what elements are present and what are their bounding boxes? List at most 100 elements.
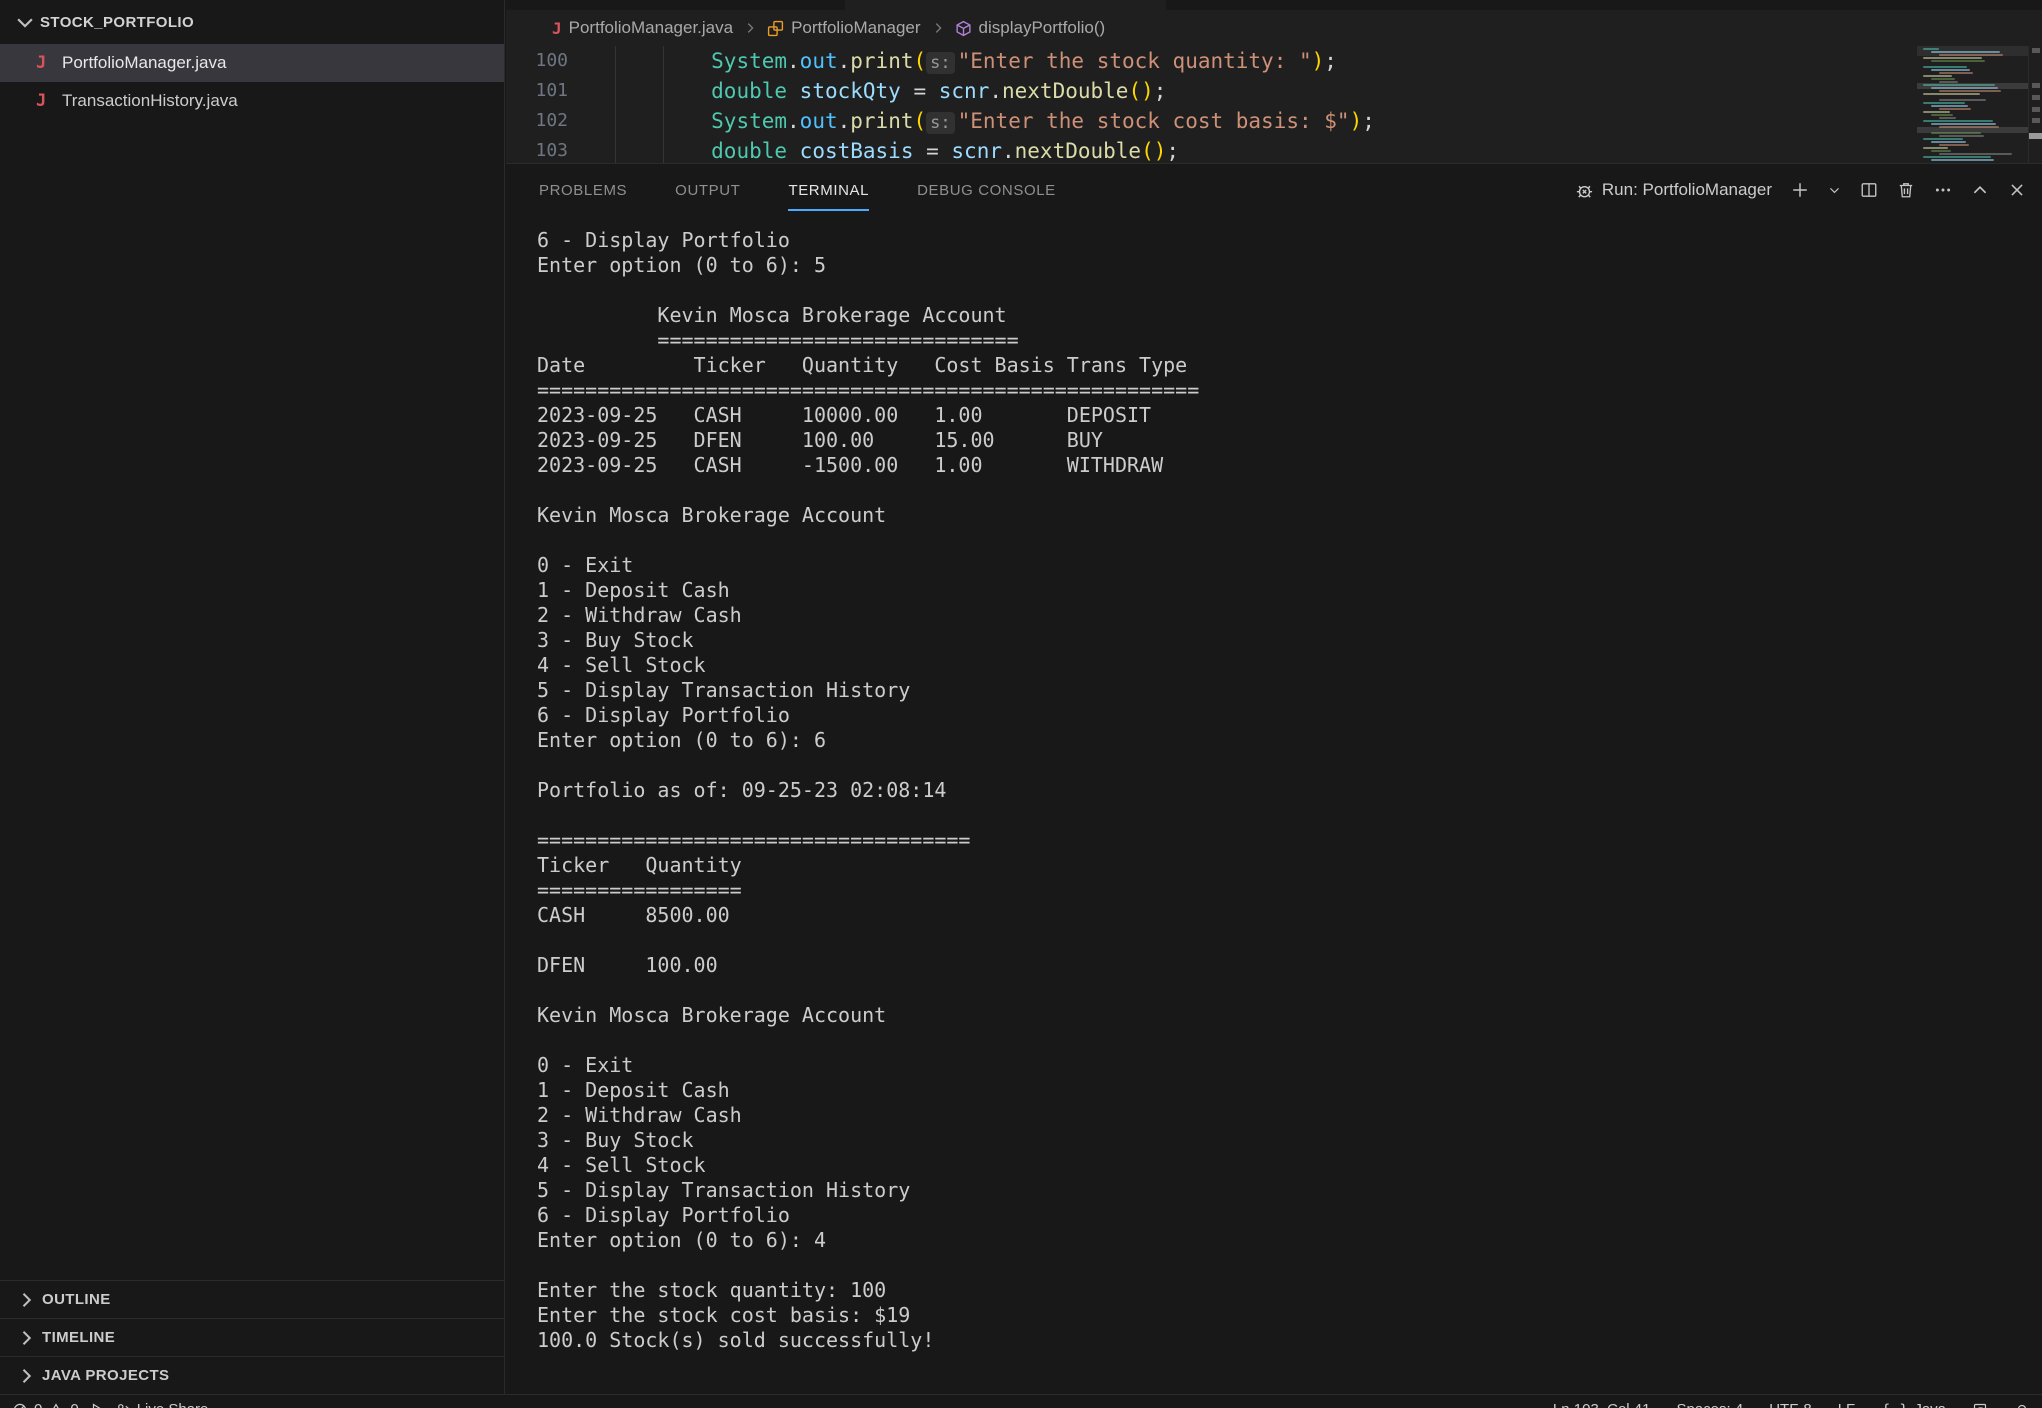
file-item-label: PortfolioManager.java [62,53,226,73]
minimap-code-line [1939,135,1984,137]
breadcrumb-class[interactable]: PortfolioManager [767,18,920,38]
breadcrumb: J PortfolioManager.java PortfolioManager… [506,10,2042,46]
terminal-run-label: Run: PortfolioManager [1602,180,1772,200]
minimap-code-line [1939,99,1986,101]
chevron-right-icon [16,1290,36,1310]
chevron-down-icon [14,11,36,33]
panel-tab-debug-console[interactable]: DEBUG CONSOLE [917,164,1056,216]
panel-tab-terminal[interactable]: TERMINAL [788,164,869,216]
ruler-decoration [2032,48,2040,53]
code-line-102: System.out.print(s:"Enter the stock cost… [610,106,1375,136]
problems-status[interactable]: 0 0 [12,1401,79,1408]
minimap-code-line [1931,159,1994,161]
line-number: 102 [506,106,568,136]
overview-ruler [2028,46,2042,163]
method-symbol-icon [955,20,972,37]
ruler-decoration [2032,95,2040,100]
notifications-status[interactable] [2014,1402,2030,1408]
code-line-103: double costBasis = scnr.nextDouble(); [610,136,1375,163]
play-icon [89,1402,105,1408]
sidebar-bottom-sections: OUTLINE TIMELINE JAVA PROJECTS [0,1280,505,1394]
minimap-code-line [1931,105,1968,107]
line-number: 101 [506,76,568,106]
ruler-decoration [2032,83,2040,88]
code-editor[interactable]: 100101102103 System.out.print(s:"Enter t… [506,46,2042,163]
breadcrumb-method[interactable]: displayPortfolio() [955,18,1106,38]
eol-status[interactable]: LF [1838,1401,1856,1408]
kill-terminal-trash-icon[interactable] [1897,181,1915,199]
live-share-status[interactable]: Live Share [115,1401,209,1408]
minimap-code-line [1923,120,1993,122]
sidebar-section-outline[interactable]: OUTLINE [0,1280,505,1318]
minimap-code-line [1923,156,1991,158]
new-terminal-plus-icon[interactable] [1791,181,1809,199]
sidebar-section-label: OUTLINE [42,1291,111,1308]
remote-window-icon [1972,1402,1988,1408]
debug-bug-icon [1575,181,1593,199]
line-number: 103 [506,136,568,163]
vscode-window: STOCK_PORTFOLIO JPortfolioManager.javaJT… [0,0,2042,1408]
terminal-output[interactable]: 6 - Display Portfolio Enter option (0 to… [537,228,1199,1353]
terminal-dropdown-chevron-icon[interactable] [1828,181,1841,199]
minimap-code-line [1939,144,1969,146]
cursor-position-status[interactable]: Ln 103, Col 41 [1553,1401,1651,1408]
more-actions-ellipsis-icon[interactable] [1934,181,1952,199]
editor-tab-bar-sliver [506,0,2042,10]
ruler-decoration [2032,118,2040,123]
file-list: JPortfolioManager.javaJTransactionHistor… [0,44,504,120]
file-item-label: TransactionHistory.java [62,91,238,111]
parameter-inlay-hint: s: [926,112,954,134]
breadcrumb-file[interactable]: J PortfolioManager.java [552,18,733,38]
panel-actions: Run: PortfolioManager [1575,164,2026,216]
run-status[interactable] [89,1402,105,1408]
language-mode-status[interactable]: { } Java [1881,1401,1946,1408]
sidebar-section-timeline[interactable]: TIMELINE [0,1318,505,1356]
live-share-icon [115,1402,131,1408]
minimap-code-line [1939,153,2012,155]
maximize-panel-chevron-up-icon[interactable] [1971,181,1989,199]
minimap-code-line [1923,138,1963,140]
chevron-right-icon [16,1328,36,1348]
bell-icon [2014,1402,2030,1408]
minimap-code-line [1939,90,2001,92]
bottom-panel: PROBLEMS OUTPUT TERMINAL DEBUG CONSOLE Run:… [506,163,2042,1394]
minimap-code-line [1923,57,1982,59]
close-panel-icon[interactable] [2008,181,2026,199]
parameter-inlay-hint: s: [926,52,954,74]
terminal-instance-picker[interactable]: Run: PortfolioManager [1575,180,1772,200]
workspace-title: STOCK_PORTFOLIO [40,14,194,31]
chevron-right-icon [16,1366,36,1386]
minimap[interactable] [1917,46,2028,163]
minimap-code-line [1931,114,1953,116]
java-file-icon: J [552,19,562,38]
ruler-decoration [2032,107,2040,112]
ports-status[interactable] [1972,1402,1988,1408]
editor-gutter: 100101102103 [506,46,568,163]
minimap-code-line [1939,108,1971,110]
explorer-section-header[interactable]: STOCK_PORTFOLIO [0,0,504,44]
java-file-icon: J [36,53,62,73]
code-line-101: double stockQty = scnr.nextDouble(); [610,76,1375,106]
ruler-cursor-mark [2029,133,2042,139]
panel-tab-problems[interactable]: PROBLEMS [539,164,627,216]
minimap-code-line [1931,69,1970,71]
minimap-code-line [1923,48,1939,50]
panel-tab-output[interactable]: OUTPUT [675,164,740,216]
error-circle-icon [12,1402,28,1408]
file-item-portfoliomanager-java[interactable]: JPortfolioManager.java [0,44,504,82]
active-editor-tab-sliver[interactable] [845,0,1166,10]
minimap-code-line [1931,123,1996,125]
minimap-code-line [1923,93,1980,95]
indentation-status[interactable]: Spaces: 4 [1676,1401,1743,1408]
encoding-status[interactable]: UTF-8 [1769,1401,1812,1408]
line-number: 100 [506,46,568,76]
file-item-transactionhistory-java[interactable]: JTransactionHistory.java [0,82,504,120]
sidebar-section-label: TIMELINE [42,1329,115,1346]
split-terminal-icon[interactable] [1860,181,1878,199]
minimap-code-line [1931,78,1955,80]
sidebar-section-java-projects[interactable]: JAVA PROJECTS [0,1356,505,1394]
chevron-right-icon [931,21,945,35]
minimap-code-line [1931,141,1966,143]
minimap-code-line [1939,54,2003,56]
minimap-code-line [1931,60,1985,62]
